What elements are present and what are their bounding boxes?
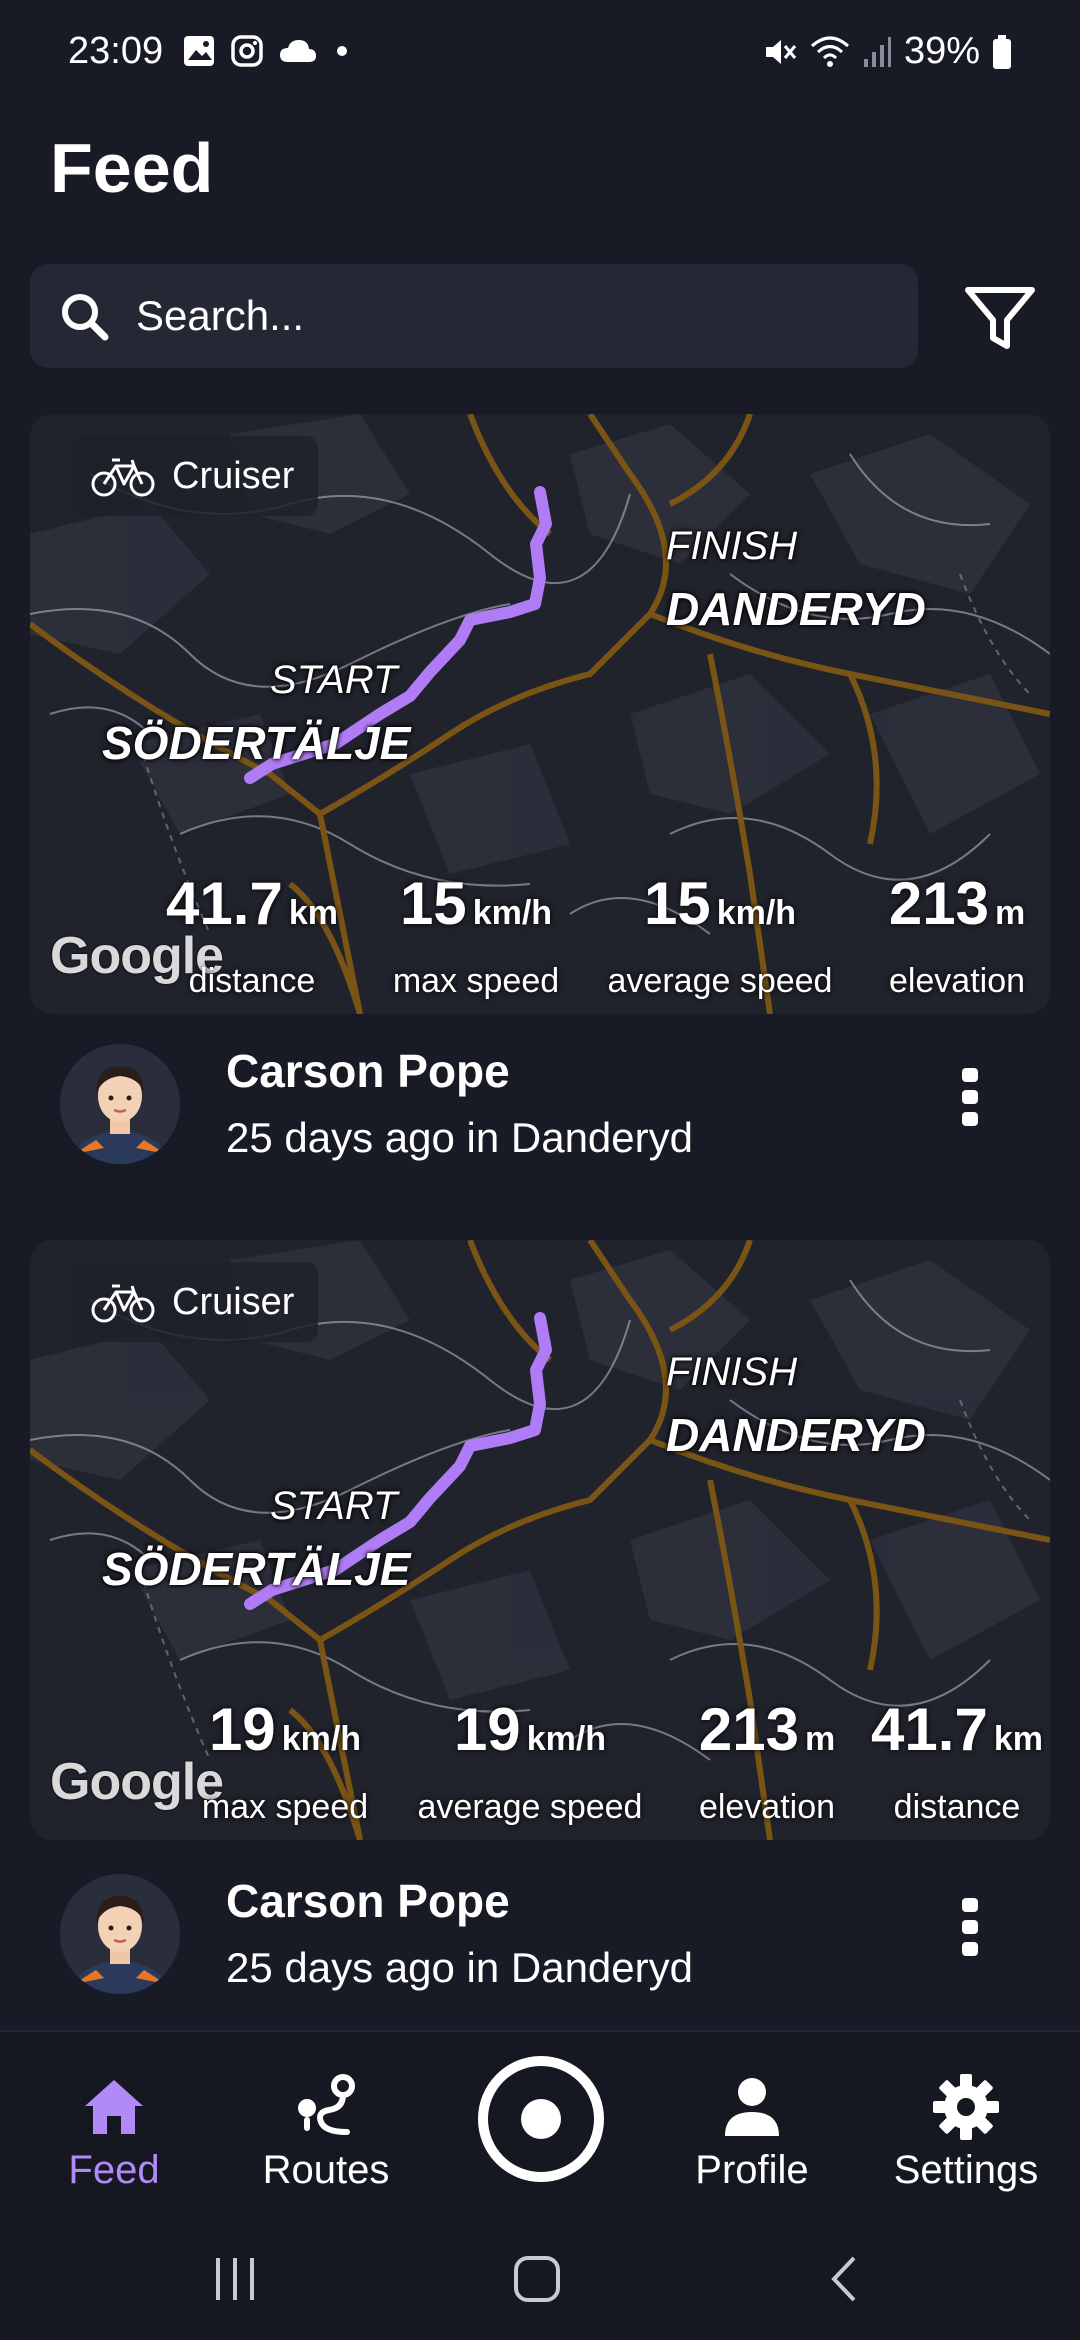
more-options-icon[interactable] [950, 1058, 990, 1138]
status-time: 23:09 [68, 30, 164, 72]
nav-label: Routes [262, 2148, 390, 2192]
start-place: SÖDERTÄLJE [102, 717, 411, 769]
gear-icon [933, 2074, 999, 2140]
stat-elevation: 213 m elevation [872, 872, 1042, 1003]
stat-unit: m [994, 894, 1026, 932]
activity-author-row[interactable]: Carson Pope 25 days ago in Danderyd [30, 1860, 1050, 2010]
activity-card[interactable]: Cruiser START SÖDERTÄLJE FINISH DANDERYD… [30, 414, 1050, 1014]
stat-value: 15 [399, 870, 467, 937]
stat-unit: km/h [526, 1720, 607, 1758]
nav-label: Feed [68, 2148, 160, 2192]
mute-icon [765, 39, 797, 64]
battery-icon [993, 34, 1011, 69]
signal-icon [863, 36, 891, 67]
stat-unit: km [993, 1720, 1043, 1758]
stat-label: elevation [888, 962, 1026, 1000]
activity-author-row[interactable]: Carson Pope 25 days ago in Danderyd [30, 1030, 1050, 1180]
filter-icon[interactable] [962, 280, 1038, 356]
record-icon[interactable] [476, 2054, 606, 2184]
avatar-image [60, 1874, 180, 1994]
bike-type-badge: Cruiser [70, 436, 318, 516]
stat-value: 41.7 [871, 1696, 988, 1763]
search-icon [62, 294, 109, 341]
stat-unit: km/h [716, 894, 797, 932]
status-system-icons: 39% [762, 30, 1012, 73]
stat-label: distance [893, 1788, 1021, 1826]
start-caption: START [270, 658, 398, 702]
avatar[interactable] [60, 1044, 180, 1164]
bicycle-icon [91, 1284, 155, 1323]
nav-label: Settings [893, 2148, 1039, 2192]
stat-value: 19 [208, 1696, 276, 1763]
back-icon[interactable] [820, 2254, 870, 2304]
bicycle-icon [91, 458, 155, 497]
dot-icon [337, 46, 347, 56]
author-name[interactable]: Carson Pope [226, 1874, 510, 1928]
search-input[interactable]: Search... [136, 292, 304, 340]
person-icon [725, 2078, 779, 2136]
activity-time-location: 25 days ago in Danderyd [226, 1114, 693, 1161]
wifi-icon [810, 36, 849, 67]
avatar[interactable] [60, 1874, 180, 1994]
stat-label: average speed [607, 962, 833, 1000]
stat-value: 41.7 [166, 870, 283, 937]
finish-place: DANDERYD [666, 1409, 926, 1461]
more-options-icon[interactable] [950, 1888, 990, 1968]
system-navigation-bar [0, 2220, 1080, 2340]
nav-feed[interactable]: Feed [14, 2072, 214, 2193]
stat-value: 213 [698, 1696, 799, 1763]
stat-value: 15 [643, 870, 711, 937]
gallery-icon [184, 36, 214, 66]
finish-place: DANDERYD [666, 583, 926, 635]
bike-type-label: Cruiser [172, 454, 295, 497]
avatar-image [60, 1044, 180, 1164]
start-place: SÖDERTÄLJE [102, 1543, 411, 1595]
stat-unit: km/h [472, 894, 553, 932]
activity-card[interactable]: Cruiser START SÖDERTÄLJE FINISH DANDERYD… [30, 1240, 1050, 1840]
status-notification-icons [182, 34, 352, 68]
stat-average-speed: 15 km/h average speed [600, 872, 840, 1003]
stat-distance: 41.7 km distance [162, 872, 342, 1003]
stat-unit: km/h [281, 1720, 362, 1758]
page-title: Feed [50, 129, 214, 207]
cloud-icon [280, 40, 316, 62]
stat-unit: m [804, 1720, 836, 1758]
stat-label: max speed [392, 962, 560, 1000]
stat-distance: 41.7 km distance [864, 1698, 1050, 1829]
recent-apps-icon[interactable] [210, 2254, 260, 2304]
start-caption: START [270, 1484, 398, 1528]
nav-settings[interactable]: Settings [866, 2072, 1066, 2193]
home-icon [85, 2080, 143, 2134]
battery-percent: 39% [903, 30, 980, 72]
stat-elevation: 213 m elevation [682, 1698, 852, 1829]
finish-caption: FINISH [666, 524, 798, 568]
stat-max-speed: 19 km/h max speed [190, 1698, 380, 1829]
route-icon [298, 2074, 355, 2135]
bottom-navigation: Feed Routes Profile Settings [0, 2030, 1080, 2222]
stat-max-speed: 15 km/h max speed [376, 872, 576, 1003]
stat-unit: km [288, 894, 338, 932]
stat-value: 19 [453, 1696, 521, 1763]
finish-caption: FINISH [666, 1350, 798, 1394]
author-name[interactable]: Carson Pope [226, 1044, 510, 1098]
nav-label: Profile [695, 2148, 809, 2192]
bike-type-label: Cruiser [172, 1280, 295, 1323]
nav-routes[interactable]: Routes [226, 2072, 426, 2193]
home-button-icon[interactable] [512, 2254, 562, 2304]
search-bar[interactable]: Search... [30, 264, 918, 368]
stat-average-speed: 19 km/h average speed [410, 1698, 650, 1829]
stat-label: distance [188, 962, 316, 1000]
stat-label: average speed [417, 1788, 643, 1826]
instagram-icon [231, 35, 263, 67]
activity-time-location: 25 days ago in Danderyd [226, 1944, 693, 1991]
stat-label: elevation [698, 1788, 836, 1826]
stat-label: max speed [201, 1788, 369, 1826]
status-bar: 23:09 39% [0, 0, 1080, 110]
stat-value: 213 [888, 870, 989, 937]
bike-type-badge: Cruiser [70, 1262, 318, 1342]
nav-profile[interactable]: Profile [652, 2072, 852, 2193]
